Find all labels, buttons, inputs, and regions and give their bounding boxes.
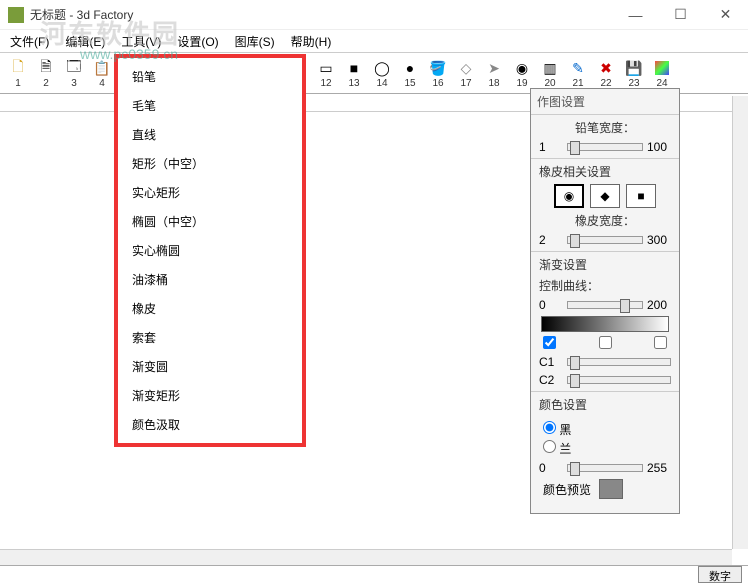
dropdown-eraser[interactable]: 橡皮 <box>118 294 302 323</box>
window-icon: 🗔 <box>65 59 83 77</box>
eraser-width-label: 橡皮宽度： <box>539 212 671 229</box>
panel-title: 作图设置 <box>531 89 679 115</box>
eraser-shape-diamond[interactable]: ◆ <box>590 184 620 208</box>
menubar: 文件(F) 编辑(E) 工具(V) 设置(O) 图库(S) 帮助(H) <box>0 30 748 52</box>
tool-eraser[interactable]: ◇17 <box>452 55 480 93</box>
grad-section-label: 渐变设置 <box>539 256 671 273</box>
menu-library[interactable]: 图库(S) <box>229 31 281 52</box>
lasso-icon: ➤ <box>485 59 503 77</box>
tool-lasso[interactable]: ➤18 <box>480 55 508 93</box>
dropdown-lasso[interactable]: 索套 <box>118 323 302 352</box>
radio-blue-label[interactable]: 兰 <box>543 440 667 457</box>
minimize-button[interactable]: — <box>613 0 658 30</box>
pencil-max: 100 <box>647 140 671 154</box>
tool-2[interactable]: 🗎2 <box>32 55 60 93</box>
grad-check-3[interactable] <box>654 336 667 349</box>
window-title: 无标题 - 3d Factory <box>30 6 613 23</box>
col-min: 0 <box>539 461 563 475</box>
eraser-min: 2 <box>539 233 563 247</box>
grad-check-2[interactable] <box>599 336 612 349</box>
curve-label: 控制曲线： <box>539 277 671 294</box>
dropdown-gradcircle[interactable]: 渐变圆 <box>118 352 302 381</box>
eraser-section-label: 橡皮相关设置 <box>539 163 671 180</box>
radio-black-label[interactable]: 黑 <box>543 421 667 438</box>
gradient-preview <box>541 316 669 332</box>
curve-slider[interactable] <box>567 301 643 309</box>
color-section-label: 颜色设置 <box>539 396 671 413</box>
titlebar: 无标题 - 3d Factory — ☐ ✕ <box>0 0 748 30</box>
col-max: 255 <box>647 461 671 475</box>
eraser-width-slider[interactable] <box>567 236 643 244</box>
eraser-shape-square[interactable]: ■ <box>626 184 656 208</box>
bucket-icon: 🪣 <box>429 59 447 77</box>
eraser-shape-round[interactable]: ◉ <box>554 184 584 208</box>
paste-icon: 📋 <box>93 59 111 77</box>
preview-label: 颜色预览 <box>543 481 591 498</box>
menu-file[interactable]: 文件(F) <box>4 31 55 52</box>
gradrect-icon: ▥ <box>541 59 559 77</box>
dropdown-dropper[interactable]: 颜色汲取 <box>118 410 302 439</box>
color-slider[interactable] <box>567 464 643 472</box>
grad-check-1[interactable] <box>543 336 556 349</box>
menu-option[interactable]: 设置(O) <box>171 31 224 52</box>
dropdown-rect-hollow[interactable]: 矩形（中空） <box>118 149 302 178</box>
menu-edit[interactable]: 编辑(E) <box>59 31 111 52</box>
tool-3[interactable]: 🗔3 <box>60 55 88 93</box>
pencil-width-slider[interactable] <box>567 143 643 151</box>
fillellipse-icon: ● <box>401 59 419 77</box>
c1-label: C1 <box>539 355 563 369</box>
c2-label: C2 <box>539 373 563 387</box>
dropdown-bucket[interactable]: 油漆桶 <box>118 265 302 294</box>
ellipse-icon: ◯ <box>373 59 391 77</box>
radio-blue[interactable] <box>543 440 556 453</box>
radio-black[interactable] <box>543 421 556 434</box>
c1-slider[interactable] <box>567 358 671 366</box>
tool-fillellipse[interactable]: ●15 <box>396 55 424 93</box>
save-icon: 💾 <box>625 59 643 77</box>
tool-bucket[interactable]: 🪣16 <box>424 55 452 93</box>
eraser-icon: ◇ <box>457 59 475 77</box>
dropdown-gradrect[interactable]: 渐变矩形 <box>118 381 302 410</box>
dropdown-ellipse-solid[interactable]: 实心椭圆 <box>118 236 302 265</box>
horizontal-scrollbar[interactable] <box>0 549 732 565</box>
curve-min: 0 <box>539 298 563 312</box>
menu-tool[interactable]: 工具(V) <box>115 31 167 52</box>
new-icon: 🗋 <box>9 59 27 77</box>
eraser-max: 300 <box>647 233 671 247</box>
tool-dropdown: 铅笔 毛笔 直线 矩形（中空） 实心矩形 椭圆（中空） 实心椭圆 油漆桶 橡皮 … <box>116 56 304 445</box>
dropdown-pencil[interactable]: 铅笔 <box>118 62 302 91</box>
statusbar: 数字 <box>0 565 748 583</box>
delete-icon: ✖ <box>597 59 615 77</box>
fillrect-icon: ■ <box>345 59 363 77</box>
rect-icon: ▭ <box>317 59 335 77</box>
c2-slider[interactable] <box>567 376 671 384</box>
vertical-scrollbar[interactable] <box>732 96 748 549</box>
close-button[interactable]: ✕ <box>703 0 748 30</box>
pencil-width-label: 铅笔宽度： <box>539 119 671 136</box>
tool-rect[interactable]: ▭12 <box>312 55 340 93</box>
gradcircle-icon: ◉ <box>513 59 531 77</box>
drawing-settings-panel: 作图设置 铅笔宽度： 1 100 橡皮相关设置 ◉ ◆ ■ 橡皮宽度： 2 30… <box>530 88 680 514</box>
pencil-min: 1 <box>539 140 563 154</box>
tool-4[interactable]: 📋4 <box>88 55 116 93</box>
tool-fillrect[interactable]: ■13 <box>340 55 368 93</box>
file-icon: 🗎 <box>37 59 55 77</box>
color-preview-swatch <box>599 479 623 499</box>
palette-icon <box>653 59 671 77</box>
app-icon <box>8 7 24 23</box>
dropdown-ellipse-hollow[interactable]: 椭圆（中空） <box>118 207 302 236</box>
menu-help[interactable]: 帮助(H) <box>285 31 338 52</box>
status-number-button[interactable]: 数字 <box>698 566 742 583</box>
dropdown-brush[interactable]: 毛笔 <box>118 91 302 120</box>
dropdown-rect-solid[interactable]: 实心矩形 <box>118 178 302 207</box>
dropper-icon: ✎ <box>569 59 587 77</box>
curve-max: 200 <box>647 298 671 312</box>
maximize-button[interactable]: ☐ <box>658 0 703 30</box>
tool-new[interactable]: 🗋1 <box>4 55 32 93</box>
tool-ellipse[interactable]: ◯14 <box>368 55 396 93</box>
dropdown-line[interactable]: 直线 <box>118 120 302 149</box>
